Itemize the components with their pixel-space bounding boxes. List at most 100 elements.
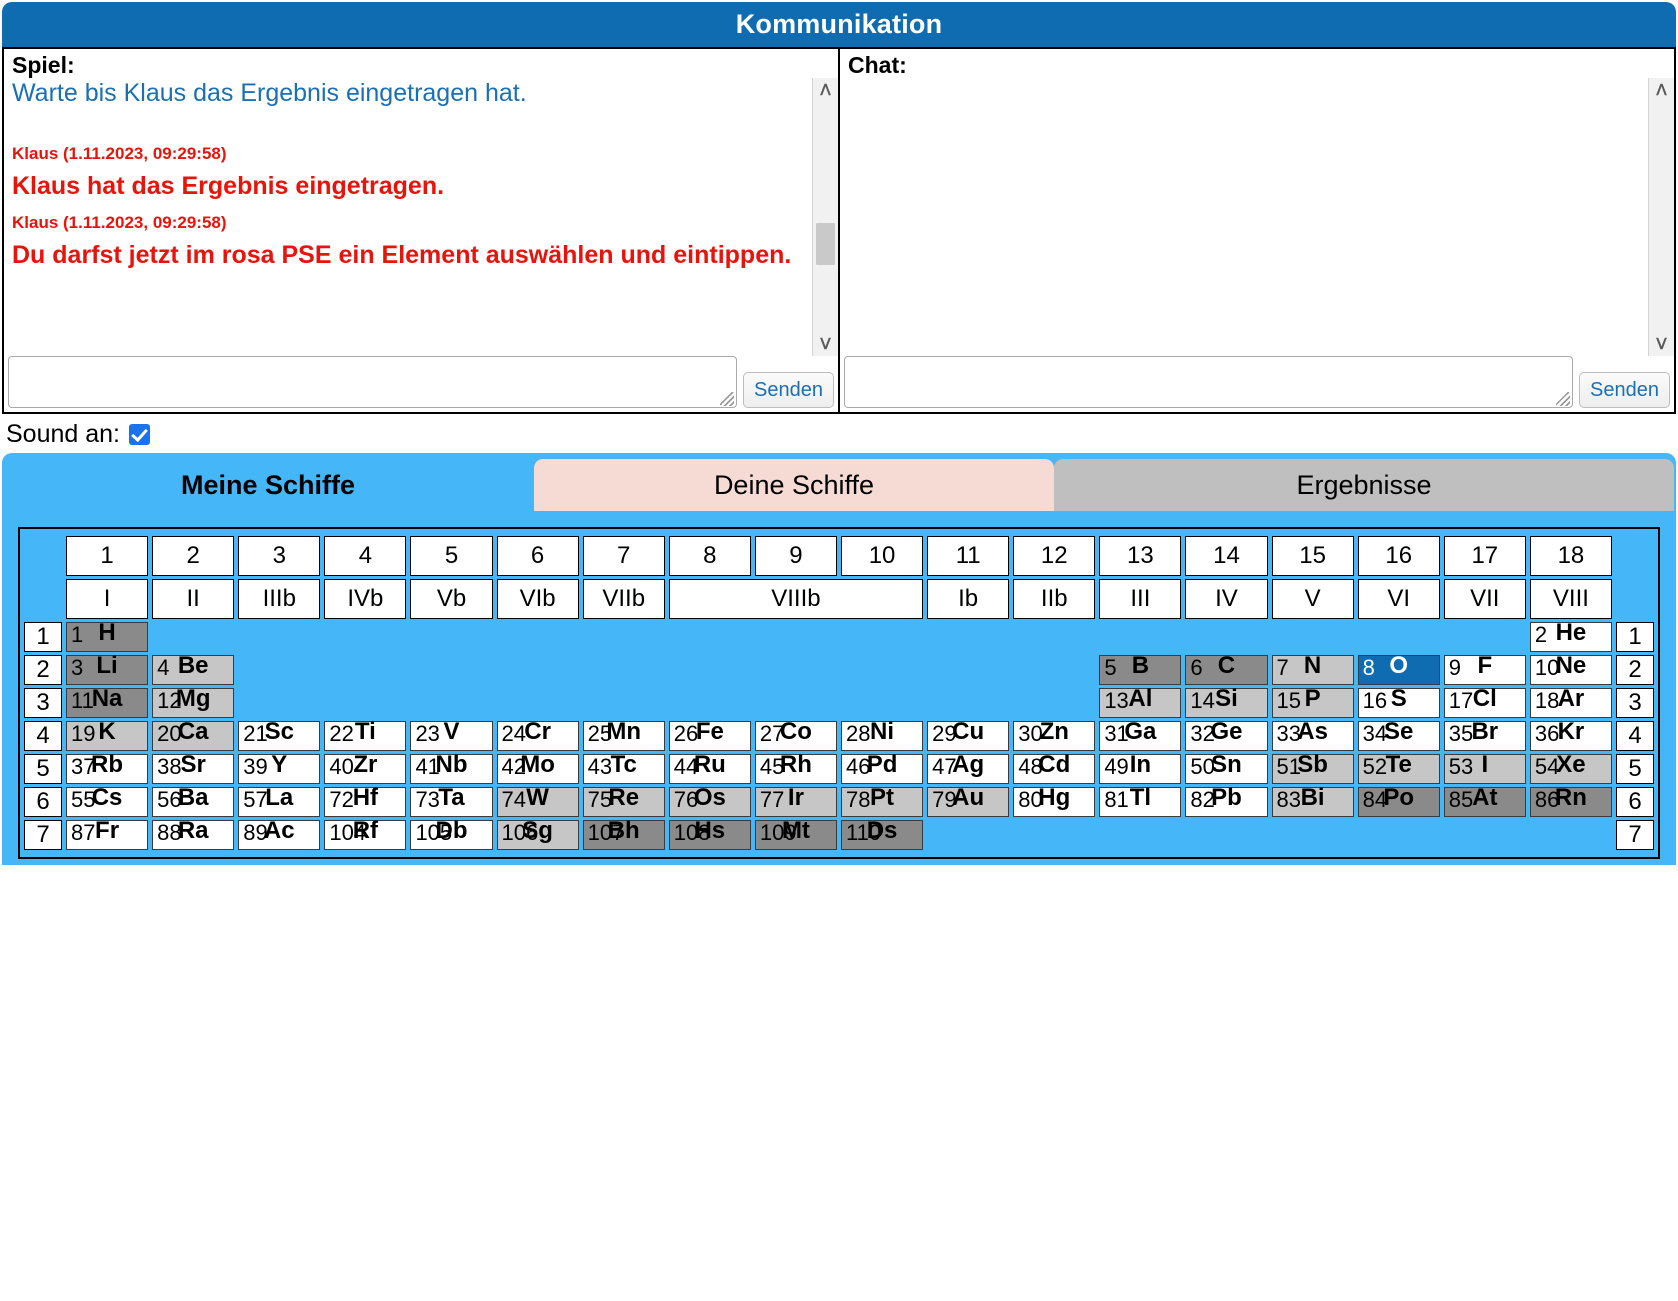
- sound-label: Sound an:: [6, 420, 120, 448]
- element-cell-Li[interactable]: 3 Li: [66, 652, 149, 685]
- element-cell-Br[interactable]: 35 Br: [1443, 718, 1526, 751]
- element-cell-Hg[interactable]: 80 Hg: [1013, 784, 1096, 817]
- element-cell-La[interactable]: 57 La: [238, 784, 321, 817]
- element-cell-Ta[interactable]: 73 Ta: [410, 784, 493, 817]
- element-cell-Ni[interactable]: 28 Ni: [840, 718, 924, 751]
- chat-messages-scrollbar[interactable]: ᐱ ᐯ: [1648, 78, 1674, 356]
- scroll-down-icon[interactable]: ᐯ: [813, 332, 838, 356]
- element-cell-Db[interactable]: 105 Db: [410, 817, 493, 850]
- tab-ergebnisse[interactable]: Ergebnisse: [1054, 459, 1674, 511]
- element-cell-Au[interactable]: 79 Au: [927, 784, 1010, 817]
- element-cell-Cs[interactable]: 55 Cs: [66, 784, 149, 817]
- chat-send-button[interactable]: Senden: [1579, 372, 1670, 408]
- element-cell-Tc[interactable]: 43 Tc: [582, 751, 665, 784]
- element-cell-Fe[interactable]: 26 Fe: [668, 718, 751, 751]
- element-cell-Ba[interactable]: 56 Ba: [152, 784, 235, 817]
- element-cell-Ag[interactable]: 47 Ag: [927, 751, 1010, 784]
- element-cell-Re[interactable]: 75 Re: [582, 784, 665, 817]
- element-cell-V[interactable]: 23 V: [410, 718, 493, 751]
- resize-handle-icon[interactable]: [1556, 392, 1571, 406]
- element-cell-Ne[interactable]: 10 Ne: [1529, 652, 1612, 685]
- element-cell-W[interactable]: 74 W: [496, 784, 579, 817]
- chat-message-input[interactable]: [844, 356, 1574, 408]
- element-cell-He[interactable]: 2 He: [1529, 619, 1612, 652]
- element-cell-Cr[interactable]: 24 Cr: [496, 718, 579, 751]
- element-cell-I[interactable]: 53 I: [1443, 751, 1526, 784]
- element-cell-Bi[interactable]: 83 Bi: [1271, 784, 1354, 817]
- element-cell-B[interactable]: 5B: [1099, 652, 1182, 685]
- element-cell-Os[interactable]: 76 Os: [668, 784, 751, 817]
- element-cell-Co[interactable]: 27 Co: [754, 718, 837, 751]
- scroll-up-icon[interactable]: ᐱ: [1649, 78, 1674, 102]
- element-cell-Be[interactable]: 4 Be: [152, 652, 235, 685]
- element-cell-Cu[interactable]: 29 Cu: [927, 718, 1010, 751]
- element-cell-Hs[interactable]: 108 Hs: [668, 817, 751, 850]
- element-cell-Xe[interactable]: 54 Xe: [1529, 751, 1612, 784]
- element-cell-K[interactable]: 19 K: [66, 718, 149, 751]
- element-cell-Mn[interactable]: 25 Mn: [582, 718, 665, 751]
- element-cell-Sn[interactable]: 50 Sn: [1185, 751, 1268, 784]
- element-cell-Y[interactable]: 39 Y: [238, 751, 321, 784]
- element-cell-F[interactable]: 9F: [1443, 652, 1526, 685]
- game-message-input[interactable]: [8, 356, 738, 408]
- tab-deine-schiffe[interactable]: Deine Schiffe: [534, 459, 1054, 511]
- element-cell-P[interactable]: 15 P: [1271, 685, 1354, 718]
- element-cell-Sb[interactable]: 51 Sb: [1271, 751, 1354, 784]
- element-cell-Rh[interactable]: 45 Rh: [754, 751, 837, 784]
- element-cell-Sr[interactable]: 38 Sr: [152, 751, 235, 784]
- element-cell-Po[interactable]: 84 Po: [1357, 784, 1440, 817]
- sound-checkbox[interactable]: [129, 424, 150, 445]
- scroll-up-icon[interactable]: ᐱ: [813, 78, 838, 102]
- element-cell-Zr[interactable]: 40 Zr: [324, 751, 407, 784]
- element-cell-Mg[interactable]: 12 Mg: [152, 685, 235, 718]
- element-cell-Hf[interactable]: 72 Hf: [324, 784, 407, 817]
- element-cell-Na[interactable]: 11 Na: [66, 685, 149, 718]
- element-cell-Cl[interactable]: 17 Cl: [1443, 685, 1526, 718]
- element-cell-Ca[interactable]: 20 Ca: [152, 718, 235, 751]
- element-cell-Fr[interactable]: 87 Fr: [66, 817, 149, 850]
- resize-handle-icon[interactable]: [720, 392, 735, 406]
- game-messages-scrollbar[interactable]: ᐱ ᐯ: [812, 78, 838, 356]
- tab-meine-schiffe[interactable]: Meine Schiffe: [2, 459, 534, 511]
- element-cell-Ar[interactable]: 18 Ar: [1529, 685, 1612, 718]
- element-cell-Ir[interactable]: 77 Ir: [754, 784, 837, 817]
- element-cell-O[interactable]: 8O: [1357, 652, 1440, 685]
- element-cell-As[interactable]: 33 As: [1271, 718, 1354, 751]
- element-cell-Pt[interactable]: 78 Pt: [840, 784, 924, 817]
- element-cell-Sg[interactable]: 106 Sg: [496, 817, 579, 850]
- element-cell-Bh[interactable]: 107 Bh: [582, 817, 665, 850]
- element-cell-Ds[interactable]: 110 Ds: [840, 817, 924, 850]
- element-cell-Te[interactable]: 52 Te: [1357, 751, 1440, 784]
- element-cell-Ge[interactable]: 32 Ge: [1185, 718, 1268, 751]
- scroll-down-icon[interactable]: ᐯ: [1649, 332, 1674, 356]
- element-cell-Sc[interactable]: 21 Sc: [238, 718, 321, 751]
- element-cell-Zn[interactable]: 30 Zn: [1013, 718, 1096, 751]
- element-cell-Cd[interactable]: 48 Cd: [1013, 751, 1096, 784]
- element-cell-At[interactable]: 85 At: [1443, 784, 1526, 817]
- element-cell-Ti[interactable]: 22 Ti: [324, 718, 407, 751]
- element-cell-Tl[interactable]: 81 Tl: [1099, 784, 1182, 817]
- element-cell-N[interactable]: 7N: [1271, 652, 1354, 685]
- element-cell-Al[interactable]: 13 Al: [1099, 685, 1182, 718]
- element-cell-Si[interactable]: 14 Si: [1185, 685, 1268, 718]
- element-cell-Pb[interactable]: 82 Pb: [1185, 784, 1268, 817]
- element-cell-Pd[interactable]: 46 Pd: [840, 751, 924, 784]
- element-cell-Mt[interactable]: 109 Mt: [754, 817, 837, 850]
- scrollbar-thumb[interactable]: [816, 223, 835, 266]
- element-cell-Ra[interactable]: 88 Ra: [152, 817, 235, 850]
- element-cell-Rn[interactable]: 86 Rn: [1529, 784, 1612, 817]
- element-cell-Kr[interactable]: 36 Kr: [1529, 718, 1612, 751]
- element-cell-Ac[interactable]: 89 Ac: [238, 817, 321, 850]
- game-send-button[interactable]: Senden: [743, 372, 834, 408]
- element-cell-Mo[interactable]: 42 Mo: [496, 751, 579, 784]
- element-cell-Se[interactable]: 34 Se: [1357, 718, 1440, 751]
- element-cell-Rb[interactable]: 37 Rb: [66, 751, 149, 784]
- element-cell-H[interactable]: 1H: [66, 619, 149, 652]
- element-cell-Ga[interactable]: 31 Ga: [1099, 718, 1182, 751]
- element-cell-Rf[interactable]: 104 Rf: [324, 817, 407, 850]
- element-cell-S[interactable]: 16 S: [1357, 685, 1440, 718]
- element-cell-C[interactable]: 6C: [1185, 652, 1268, 685]
- element-cell-Nb[interactable]: 41 Nb: [410, 751, 493, 784]
- element-cell-In[interactable]: 49 In: [1099, 751, 1182, 784]
- element-cell-Ru[interactable]: 44 Ru: [668, 751, 751, 784]
